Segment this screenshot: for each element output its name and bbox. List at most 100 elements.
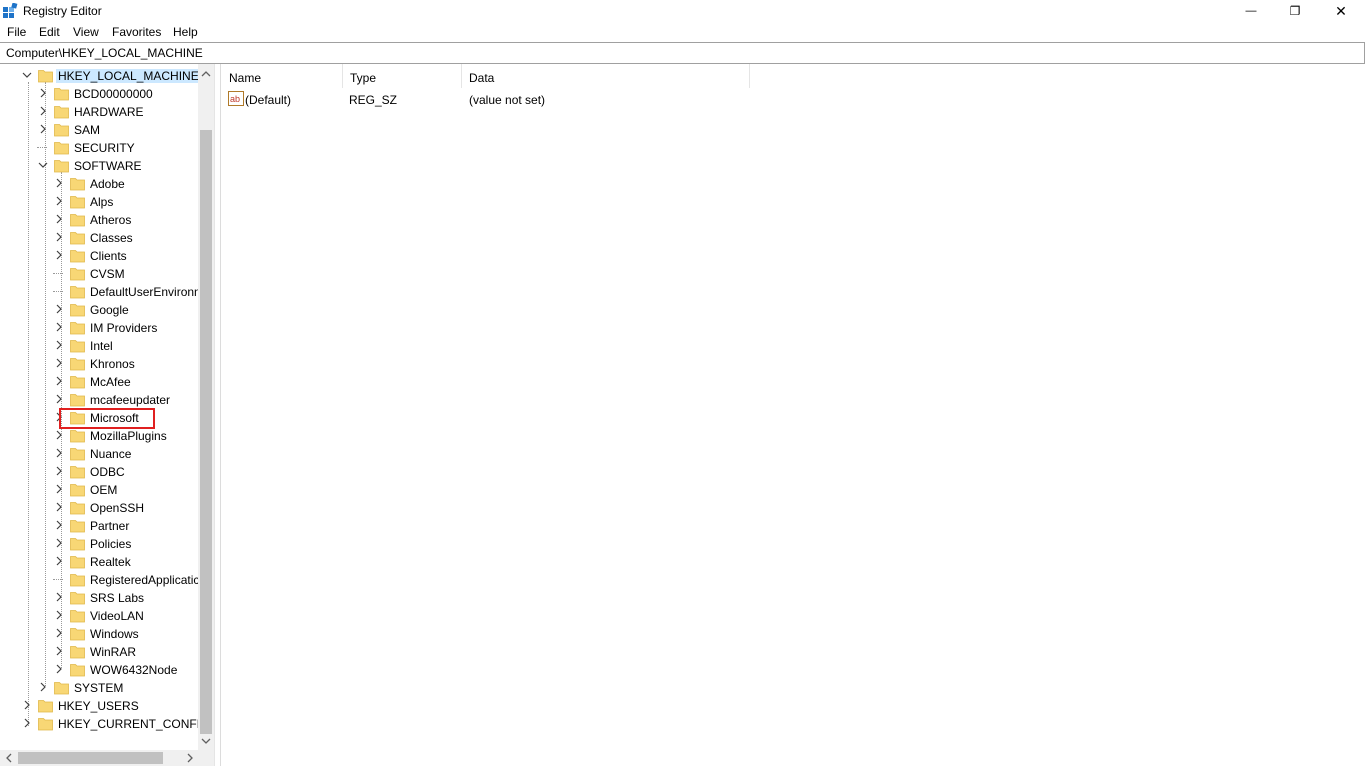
menu-favorites[interactable]: Favorites [112,25,161,39]
tree-item-mcafee[interactable]: McAfee [0,372,198,390]
chevron-right-icon[interactable] [54,304,64,314]
tree-item-hkey-local-machine[interactable]: HKEY_LOCAL_MACHINE [0,66,201,84]
menu-file[interactable]: File [7,25,26,39]
tree-item-hkey-current-config[interactable]: HKEY_CURRENT_CONFIG [0,714,209,732]
close-button[interactable]: ✕ [1318,0,1364,22]
menu-view[interactable]: View [73,25,99,39]
chevron-right-icon[interactable] [54,520,64,530]
chevron-right-icon[interactable] [54,448,64,458]
tree-item-nuance[interactable]: Nuance [0,444,198,462]
scroll-left-icon[interactable] [3,752,15,764]
tree-item-openssh[interactable]: OpenSSH [0,498,198,516]
tree-connector [53,579,63,580]
tree-item-srs-labs[interactable]: SRS Labs [0,588,198,606]
minimize-button[interactable]: — [1228,0,1274,22]
tree-item-realtek[interactable]: Realtek [0,552,198,570]
folder-icon [38,700,53,713]
chevron-right-icon[interactable] [54,484,64,494]
tree-item-odbc[interactable]: ODBC [0,462,198,480]
chevron-right-icon[interactable] [54,610,64,620]
tree-item-classes[interactable]: Classes [0,228,198,246]
tree-item-hkey-users[interactable]: HKEY_USERS [0,696,198,714]
chevron-right-icon[interactable] [54,376,64,386]
chevron-right-icon[interactable] [22,718,32,728]
menu-help[interactable]: Help [173,25,198,39]
tree-item-system[interactable]: SYSTEM [0,678,198,696]
tree-hscroll-thumb[interactable] [18,752,163,764]
tree-item-adobe[interactable]: Adobe [0,174,198,192]
tree-item-security[interactable]: SECURITY [0,138,198,156]
chevron-right-icon[interactable] [54,358,64,368]
restore-button[interactable]: ❐ [1272,0,1318,22]
tree-item-windows[interactable]: Windows [0,624,198,642]
chevron-right-icon[interactable] [54,250,64,260]
chevron-right-icon[interactable] [54,394,64,404]
tree-item-label: VideoLAN [90,609,144,623]
chevron-right-icon[interactable] [54,628,64,638]
values-list-pane[interactable]: Name Type Data ab (Default) REG_SZ (valu… [220,64,1366,768]
scroll-down-icon[interactable] [200,735,212,747]
column-header-name[interactable]: Name [221,64,343,88]
chevron-right-icon[interactable] [54,214,64,224]
chevron-down-icon[interactable] [38,160,48,170]
chevron-right-icon[interactable] [54,322,64,332]
tree-item-clients[interactable]: Clients [0,246,198,264]
tree-item-intel[interactable]: Intel [0,336,198,354]
chevron-right-icon[interactable] [54,466,64,476]
tree-item-alps[interactable]: Alps [0,192,198,210]
tree-item-policies[interactable]: Policies [0,534,198,552]
scroll-up-icon[interactable] [200,68,212,80]
menu-edit[interactable]: Edit [39,25,60,39]
tree-item-winrar[interactable]: WinRAR [0,642,198,660]
folder-icon [70,430,85,443]
chevron-down-icon[interactable] [22,70,32,80]
value-row[interactable]: ab (Default) REG_SZ (value not set) [221,91,761,109]
chevron-right-icon[interactable] [54,538,64,548]
tree-item-label: OEM [90,483,118,497]
svg-text:ab: ab [230,94,240,104]
chevron-right-icon[interactable] [54,232,64,242]
chevron-right-icon[interactable] [38,88,48,98]
tree-item-im-providers[interactable]: IM Providers [0,318,198,336]
chevron-right-icon[interactable] [54,664,64,674]
chevron-right-icon[interactable] [54,592,64,602]
tree-item-hardware[interactable]: HARDWARE [0,102,198,120]
tree-connector [53,291,63,292]
tree-item-khronos[interactable]: Khronos [0,354,198,372]
folder-icon [70,250,85,263]
address-bar[interactable]: Computer\HKEY_LOCAL_MACHINE [0,42,1365,64]
chevron-right-icon[interactable] [54,556,64,566]
chevron-right-icon[interactable] [54,340,64,350]
folder-icon [54,160,69,173]
chevron-right-icon[interactable] [38,124,48,134]
column-header-type[interactable]: Type [342,64,462,88]
tree-item-atheros[interactable]: Atheros [0,210,198,228]
registry-editor-icon [3,3,18,18]
tree-item-defaultuserenvironn[interactable]: DefaultUserEnvironn [0,282,201,300]
column-header-data[interactable]: Data [461,64,750,88]
tree-item-label: Windows [90,627,139,641]
chevron-right-icon[interactable] [38,106,48,116]
tree-item-bcd00000000[interactable]: BCD00000000 [0,84,198,102]
chevron-right-icon[interactable] [54,430,64,440]
tree-item-partner[interactable]: Partner [0,516,198,534]
chevron-right-icon[interactable] [22,700,32,710]
address-path[interactable]: Computer\HKEY_LOCAL_MACHINE [6,46,203,60]
chevron-right-icon[interactable] [54,502,64,512]
tree-item-wow6432node[interactable]: WOW6432Node [0,660,198,678]
scroll-right-icon[interactable] [184,752,196,764]
tree-item-oem[interactable]: OEM [0,480,198,498]
tree-scroll-thumb[interactable] [200,130,212,734]
chevron-right-icon[interactable] [54,646,64,656]
tree-item-software[interactable]: SOFTWARE [0,156,198,174]
tree-item-google[interactable]: Google [0,300,198,318]
tree-item-registeredapplicatic[interactable]: RegisteredApplicatic [0,570,199,588]
folder-icon [70,610,85,623]
tree-item-mcafeeupdater[interactable]: mcafeeupdater [0,390,198,408]
tree-item-cvsm[interactable]: CVSM [0,264,198,282]
chevron-right-icon[interactable] [54,196,64,206]
tree-item-videolan[interactable]: VideoLAN [0,606,198,624]
tree-item-sam[interactable]: SAM [0,120,198,138]
chevron-right-icon[interactable] [38,682,48,692]
chevron-right-icon[interactable] [54,178,64,188]
